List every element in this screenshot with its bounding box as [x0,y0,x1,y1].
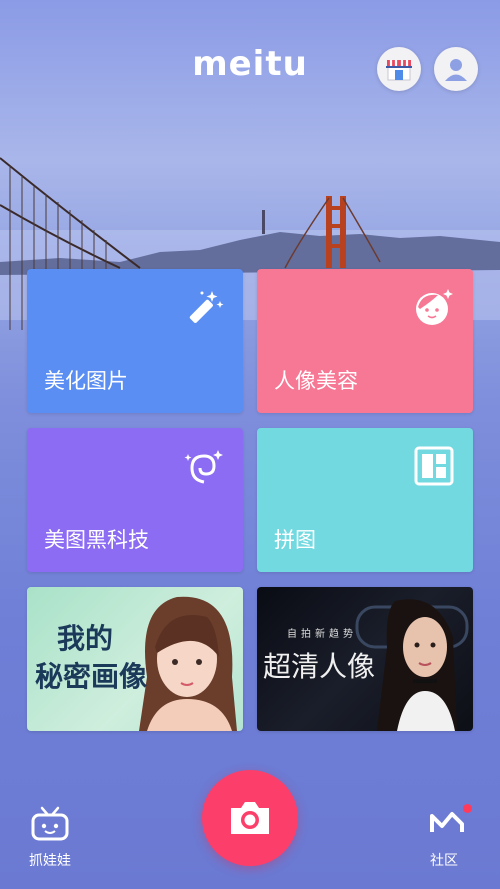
store-button[interactable] [377,47,421,91]
banner-title-line1: 我的 [57,622,114,655]
claw-machine-button[interactable]: 抓娃娃 [26,806,74,870]
collage-grid-icon [414,446,454,486]
store-awning-icon [386,60,412,81]
user-avatar-icon [445,59,467,81]
camera-icon [231,802,269,834]
app-logo: meitu [192,44,308,84]
banner-tagline: 自拍新趋势 [287,629,357,640]
tile-label: 人像美容 [274,369,358,393]
notification-dot [463,804,472,813]
face-sparkle-icon [416,289,453,325]
claw-machine-label: 抓娃娃 [29,853,71,869]
collage-tile[interactable]: 拼图 [257,428,473,572]
camera-button[interactable] [202,770,298,866]
beautify-photo-tile[interactable]: 美化图片 [27,269,243,413]
portrait-beauty-tile[interactable]: 人像美容 [257,269,473,413]
banner-title-line2: 秘密画像 [35,660,148,693]
user-button[interactable] [434,47,478,91]
community-label: 社区 [430,853,458,869]
hd-portrait-banner[interactable]: 自拍新趋势 超清人像 [257,587,473,731]
banner-headline: 超清人像 [263,650,376,683]
tile-label: 拼图 [274,528,316,552]
secret-portrait-banner[interactable]: 我的 秘密画像 [27,587,243,731]
tv-robot-icon [31,806,69,841]
community-button[interactable]: 社区 [428,804,476,869]
magic-wand-icon [189,291,224,323]
hair-sparkle-icon [184,450,223,484]
tile-label: 美化图片 [44,369,128,393]
meitu-tech-tile[interactable]: 美图黑科技 [27,428,243,572]
tile-label: 美图黑科技 [44,528,149,552]
